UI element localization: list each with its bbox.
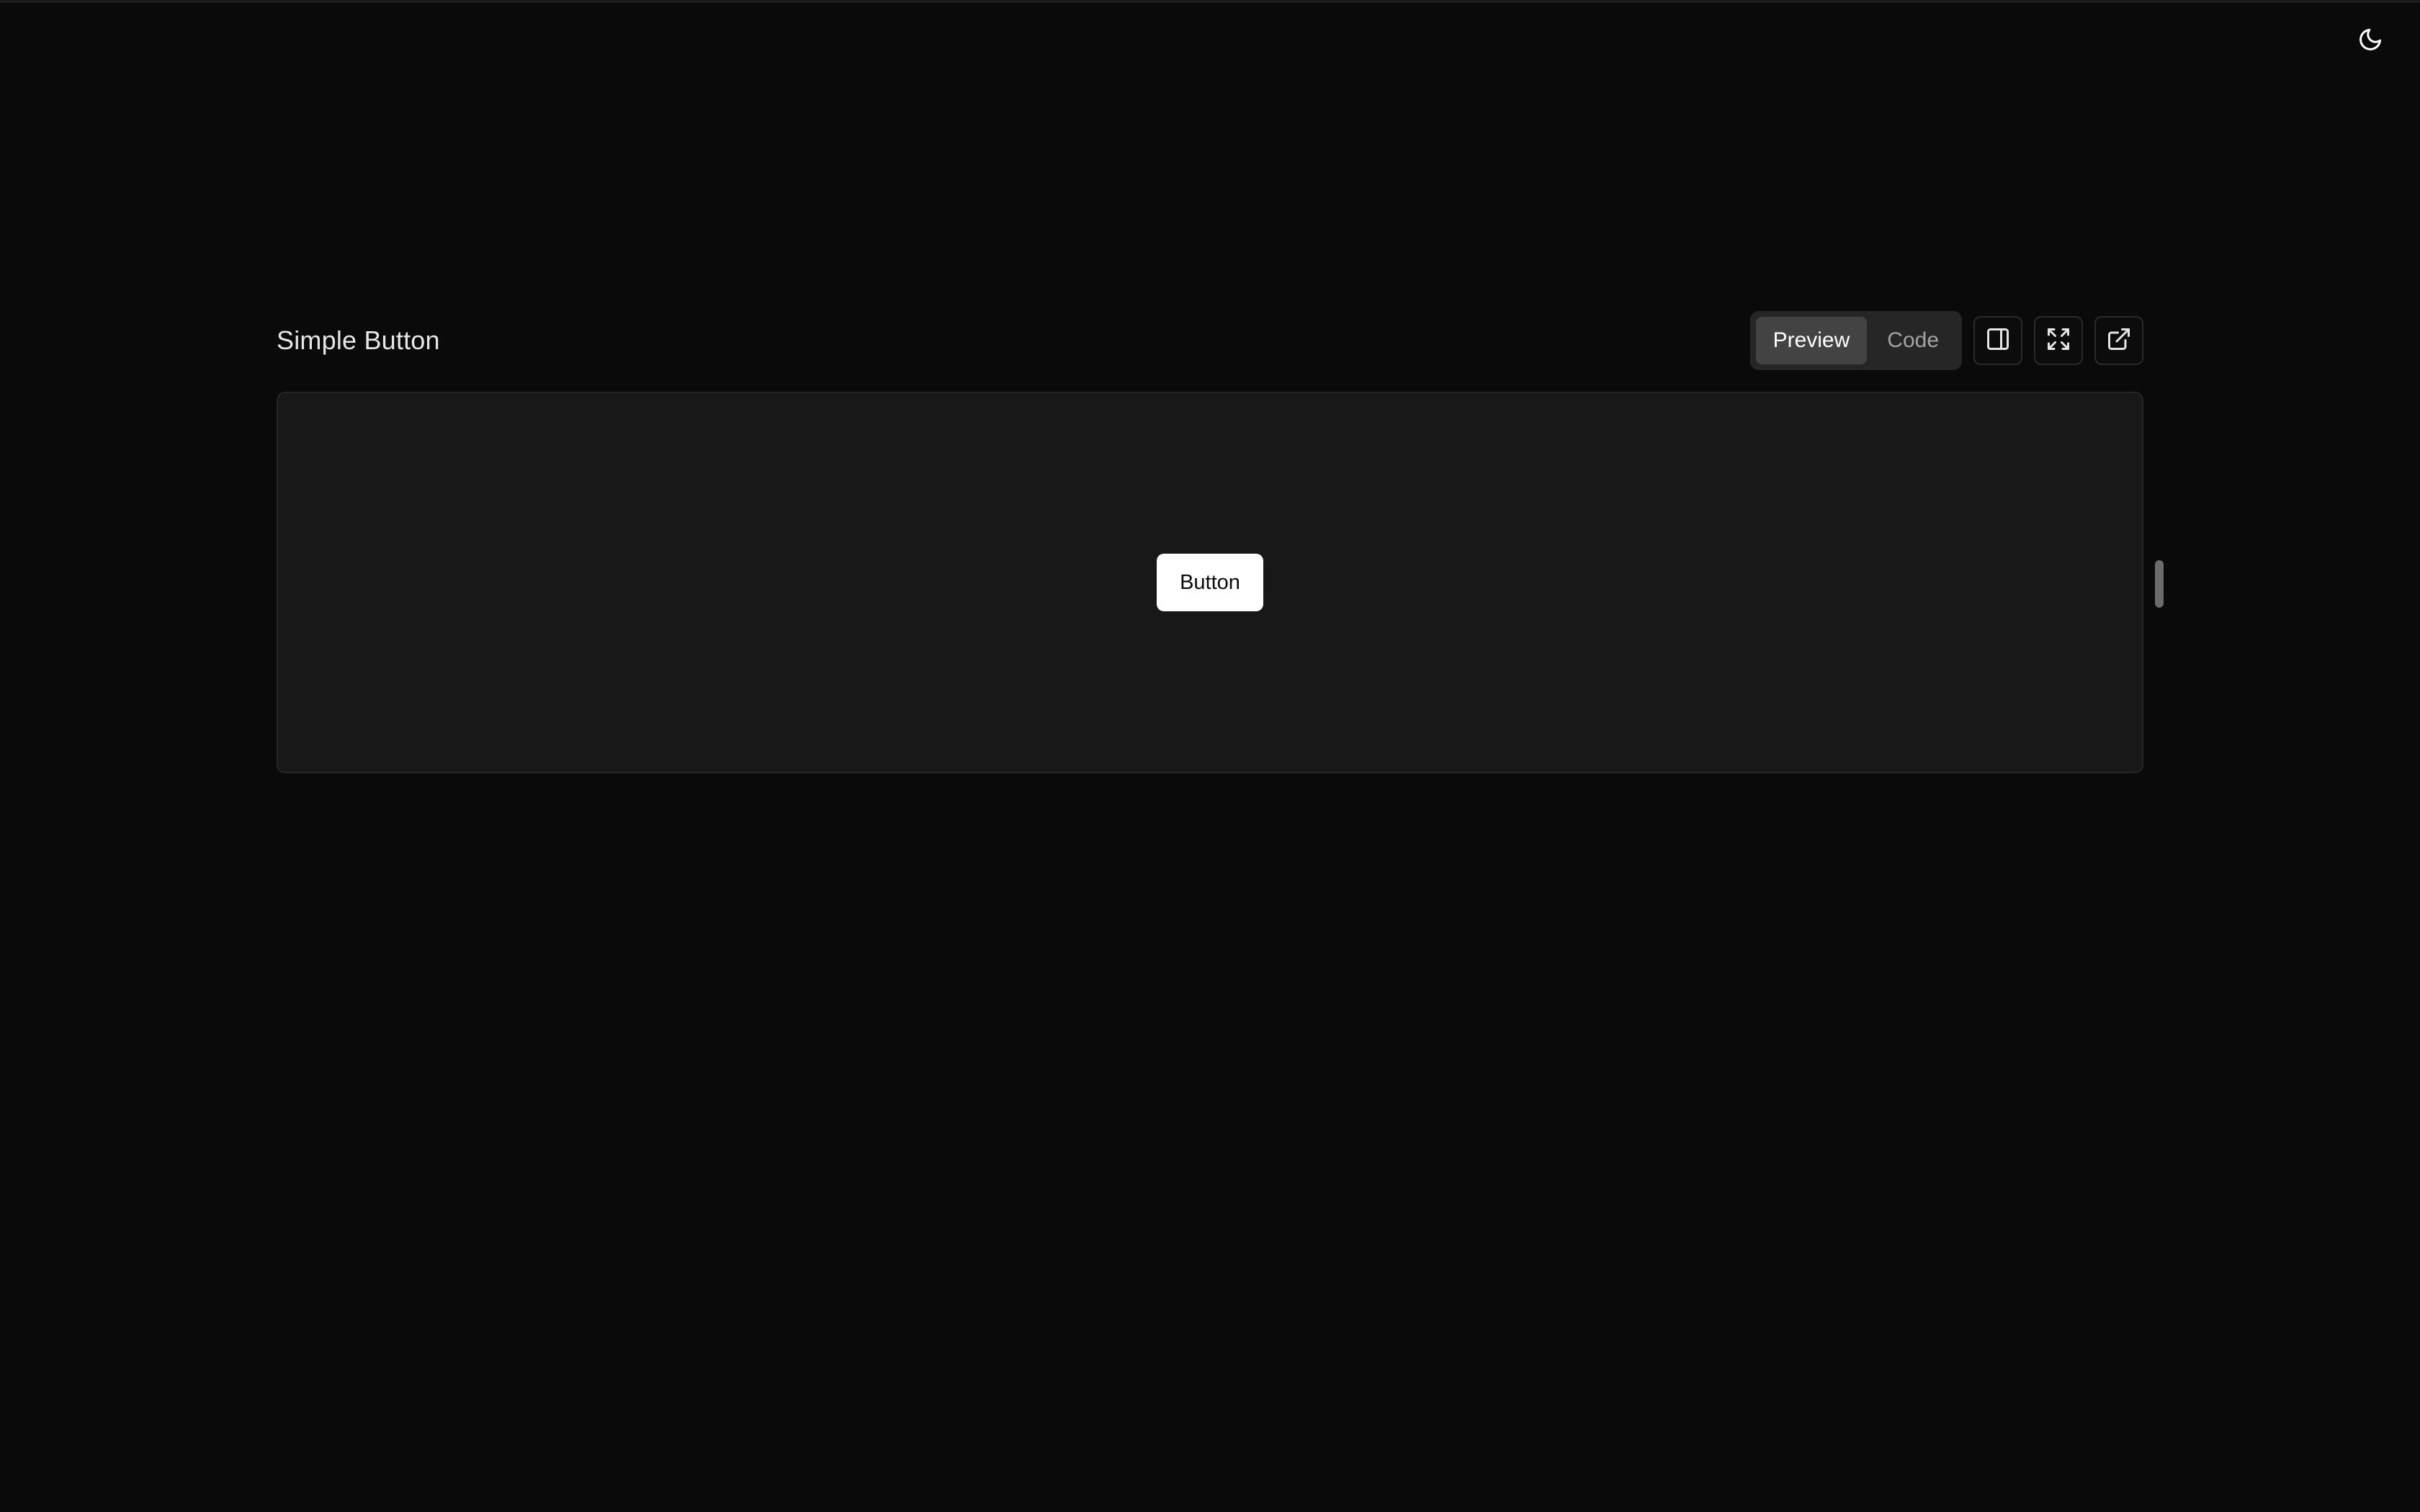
block-header: Simple Button Preview Code bbox=[277, 311, 2143, 370]
open-in-new-tab-button[interactable] bbox=[2094, 316, 2143, 365]
component-block: Simple Button Preview Code Button bbox=[277, 311, 2143, 773]
preview-panel: Button bbox=[277, 392, 2143, 773]
block-toolbar: Preview Code bbox=[1749, 311, 2143, 370]
sidebar-panel-icon bbox=[1985, 326, 2011, 356]
top-border bbox=[0, 0, 2420, 3]
view-switcher: Preview Code bbox=[1749, 311, 1962, 370]
toggle-sidebar-button[interactable] bbox=[1973, 316, 2022, 365]
external-link-icon bbox=[2106, 326, 2132, 356]
moon-icon bbox=[2357, 27, 2383, 56]
fullscreen-button[interactable] bbox=[2034, 316, 2083, 365]
resize-handle[interactable] bbox=[2155, 560, 2164, 608]
maximize-icon bbox=[2045, 326, 2071, 356]
block-title: Simple Button bbox=[277, 325, 440, 355]
demo-button[interactable]: Button bbox=[1157, 554, 1263, 611]
theme-toggle-button[interactable] bbox=[2349, 20, 2391, 62]
tab-code[interactable]: Code bbox=[1870, 317, 1956, 364]
tab-preview[interactable]: Preview bbox=[1755, 317, 1868, 364]
